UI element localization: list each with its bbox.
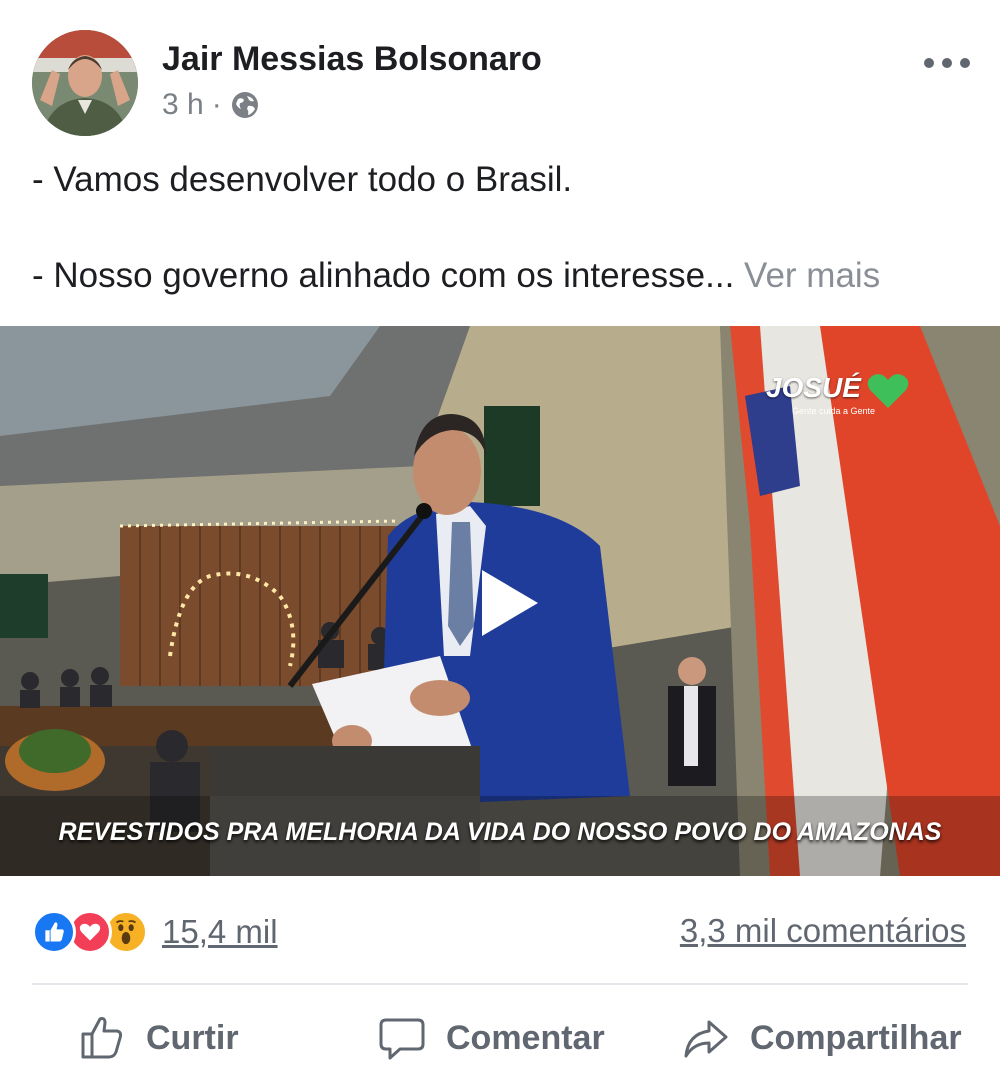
meta-separator: · <box>211 88 222 121</box>
like-button[interactable]: Curtir <box>78 1010 239 1066</box>
video-player[interactable]: JOSUÉ Gente cuida a Gente REVESTIDOS PRA… <box>0 326 1000 876</box>
like-reaction-icon <box>32 910 76 954</box>
like-button-label: Curtir <box>146 1018 239 1057</box>
share-button[interactable]: Compartilhar <box>682 1010 962 1066</box>
more-dot <box>924 58 934 68</box>
heart-logo-icon <box>867 374 909 408</box>
post-text-line-1: - Vamos desenvolver todo o Brasil. <box>32 160 573 199</box>
post-time[interactable]: 3 h <box>162 88 204 122</box>
facebook-post: Jair Messias Bolsonaro 3 h · - Vamos des… <box>0 0 1000 1081</box>
comments-count-link[interactable]: 3,3 mil comentários <box>680 912 966 950</box>
video-brand: JOSUÉ <box>766 372 861 403</box>
post-meta: 3 h · <box>162 88 260 122</box>
reactions-summary[interactable]: 15,4 mil <box>32 910 278 954</box>
author-avatar[interactable] <box>32 30 138 136</box>
author-name[interactable]: Jair Messias Bolsonaro <box>162 40 542 79</box>
globe-icon[interactable] <box>230 90 260 120</box>
more-dot <box>960 58 970 68</box>
see-more-link[interactable]: Ver mais <box>744 256 880 295</box>
post-text-line-2: - Nosso governo alinhado com os interess… <box>32 256 880 296</box>
comment-button-label: Comentar <box>446 1018 605 1057</box>
comment-bubble-icon <box>379 1018 425 1060</box>
more-options-icon[interactable] <box>924 48 970 78</box>
thumbs-up-icon <box>81 1017 123 1059</box>
play-icon[interactable] <box>478 568 540 638</box>
reaction-count[interactable]: 15,4 mil <box>162 913 278 951</box>
share-arrow-icon <box>684 1020 728 1058</box>
video-subtitle: REVESTIDOS PRA MELHORIA DA VIDA DO NOSSO… <box>58 818 942 846</box>
more-dot <box>942 58 952 68</box>
comment-button[interactable]: Comentar <box>378 1010 605 1066</box>
share-button-label: Compartilhar <box>750 1018 962 1057</box>
post-text-truncated: - Nosso governo alinhado com os interess… <box>32 256 735 295</box>
video-brand-tagline: Gente cuida a Gente <box>792 406 876 416</box>
divider <box>32 983 968 985</box>
